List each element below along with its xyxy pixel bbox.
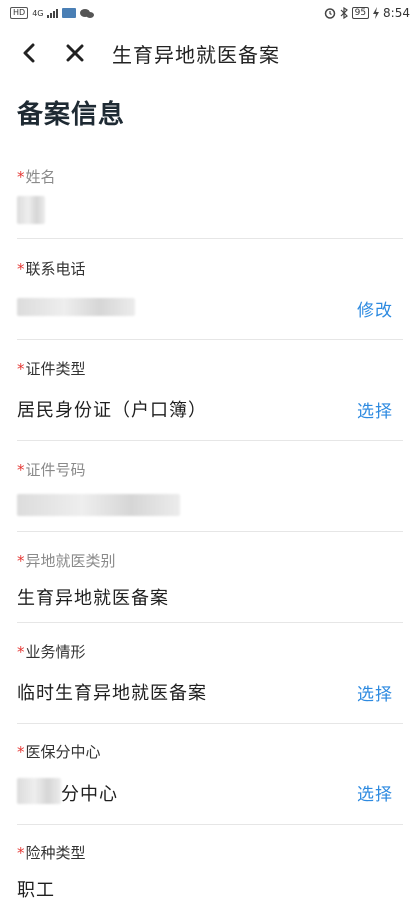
insurance-type-value: 职工 xyxy=(17,880,55,901)
close-button[interactable] xyxy=(52,26,98,80)
divider xyxy=(17,723,403,724)
network-type: 4G xyxy=(32,8,44,18)
field-label: * 证件号码 xyxy=(17,460,86,480)
divider xyxy=(17,824,403,825)
back-button[interactable] xyxy=(6,26,52,80)
select-id-type-button[interactable]: 选择 xyxy=(357,397,393,422)
divider xyxy=(17,622,403,623)
chevron-left-icon xyxy=(23,43,35,63)
redacted-id-number xyxy=(17,494,180,516)
field-label: * 医保分中心 xyxy=(17,742,101,762)
divider xyxy=(17,531,403,532)
wechat-icon xyxy=(80,8,95,18)
insurance-center-value: 分中心 xyxy=(61,784,118,805)
field-label: * 证件类型 xyxy=(17,359,86,379)
field-label: * 险种类型 xyxy=(17,843,86,863)
bluetooth-icon xyxy=(340,7,348,19)
battery-indicator: 95 xyxy=(351,7,370,19)
select-business-case-button[interactable]: 选择 xyxy=(357,680,393,705)
hd-indicator: HD xyxy=(10,7,29,19)
charging-icon xyxy=(373,7,380,19)
field-label: * 联系电话 xyxy=(17,259,86,279)
section-title: 备案信息 xyxy=(17,100,126,130)
status-left: HD 4G xyxy=(10,7,95,19)
id-type-value: 居民身份证（户口簿） xyxy=(17,400,207,421)
field-label: * 异地就医类别 xyxy=(17,551,116,571)
clock: 8:54 xyxy=(383,6,410,20)
redacted-phone xyxy=(17,298,135,316)
divider xyxy=(17,440,403,441)
nav-bar: 生育异地就医备案 xyxy=(0,26,420,80)
status-bar: HD 4G 95 8:54 xyxy=(0,0,420,26)
redacted-center-prefix xyxy=(17,778,61,804)
medical-category-value: 生育异地就医备案 xyxy=(17,588,169,609)
edit-phone-button[interactable]: 修改 xyxy=(357,296,393,321)
divider xyxy=(17,339,403,340)
wifi-icon xyxy=(62,8,77,18)
field-label: * 姓名 xyxy=(17,167,56,187)
business-case-value: 临时生育异地就医备案 xyxy=(17,683,207,704)
field-label: * 业务情形 xyxy=(17,642,86,662)
redacted-name xyxy=(17,196,45,224)
alarm-icon xyxy=(324,8,335,19)
page-title: 生育异地就医备案 xyxy=(112,42,280,67)
status-right: 95 8:54 xyxy=(324,6,410,20)
signal-icon xyxy=(47,8,59,18)
divider xyxy=(17,238,403,239)
select-insurance-center-button[interactable]: 选择 xyxy=(357,780,393,805)
close-icon xyxy=(66,44,84,62)
